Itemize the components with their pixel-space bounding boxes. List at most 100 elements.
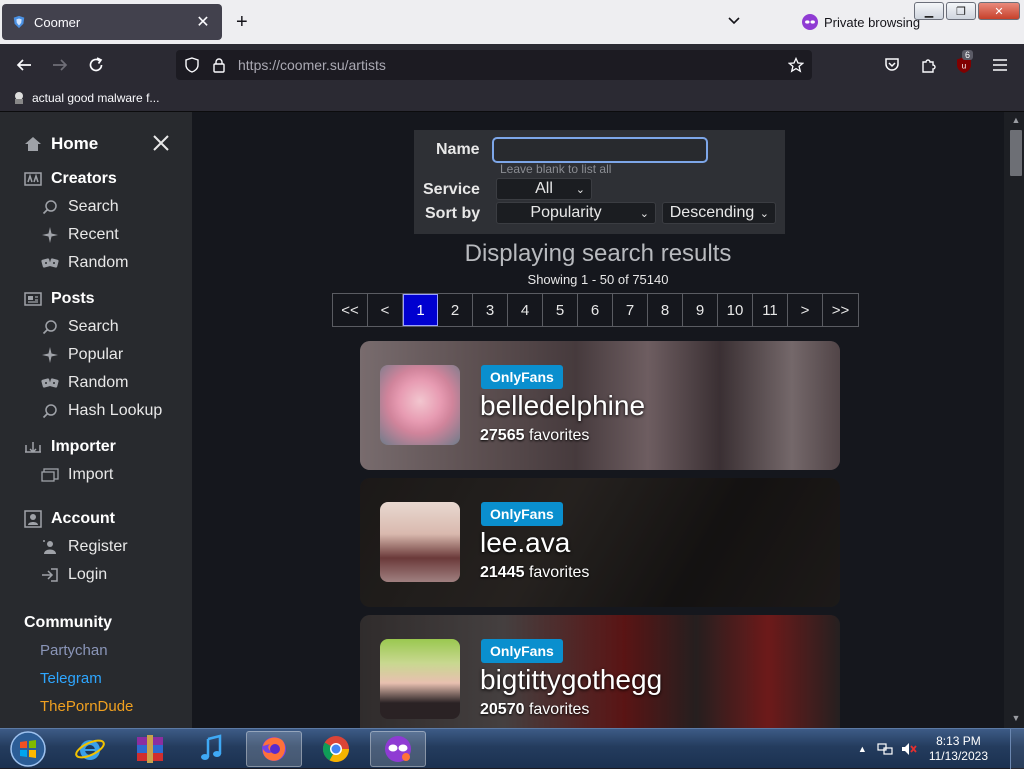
taskbar-chrome[interactable] [308,731,364,767]
sidebar-account-login[interactable]: Login [41,566,107,584]
sidebar-account-register[interactable]: Register [41,538,128,556]
service-label: Service [423,181,480,198]
sidebar-close-icon[interactable] [152,134,170,152]
pager-next[interactable]: > [788,294,823,326]
taskbar-winrar[interactable] [122,731,178,767]
bookmark-star-icon[interactable] [788,57,804,73]
creator-favorites: 27565 favorites [480,427,589,445]
name-hint: Leave blank to list all [500,162,612,176]
browser-tab[interactable]: Coomer ✕ [2,4,222,40]
new-tab-icon[interactable]: + [236,12,248,32]
favorites-count: 27565 [480,427,525,444]
start-button[interactable] [0,731,56,767]
back-arrow-icon[interactable] [13,54,35,76]
pager-prev[interactable]: < [368,294,403,326]
importer-icon [24,438,42,456]
creator-card[interactable]: OnlyFans belledelphine 27565 favorites [360,341,840,470]
pager-page[interactable]: 2 [438,294,473,326]
sidebar-posts-popular[interactable]: Popular [41,346,123,364]
pager-page[interactable]: 7 [613,294,648,326]
ublock-origin-icon[interactable]: u 6 [953,50,975,76]
extensions-puzzle-icon[interactable] [917,54,939,76]
sort-by-select[interactable]: Popularity ⌄ [496,202,656,224]
service-select-value: All [535,180,553,197]
sort-select-value: Popularity [530,204,602,221]
hamburger-menu-icon[interactable] [989,54,1011,76]
lock-icon[interactable] [212,57,226,73]
sidebar-posts-random[interactable]: Random [41,374,128,392]
coomer-page: Home Creators Search Recent Random Posts… [0,112,1024,728]
reload-icon[interactable] [85,54,107,76]
service-badge: OnlyFans [481,639,563,663]
page-scrollbar[interactable]: ▲ ▼ [1004,112,1024,728]
favorites-label: favorites [528,564,590,581]
taskbar-firefox[interactable] [246,731,302,767]
sidebar-creators-random[interactable]: Random [41,254,128,272]
main-content: Name Leave blank to list all Service All… [192,112,1004,728]
pager-page[interactable]: 10 [718,294,753,326]
sidebar-link-telegram[interactable]: Telegram [40,670,102,687]
taskbar-clock[interactable]: 8:13 PM 11/13/2023 [929,734,988,764]
system-tray: ▲ 8:13 PM 11/13/2023 [858,729,988,769]
pager-first[interactable]: << [333,294,368,326]
sparkle-icon [41,346,59,364]
scroll-up-arrow-icon[interactable]: ▲ [1010,115,1022,127]
bookmark-item[interactable]: actual good malware f... [12,91,159,105]
taskbar-firefox-private[interactable] [370,731,426,767]
service-badge: OnlyFans [481,365,563,389]
tracking-protection-shield-icon[interactable] [184,57,200,73]
close-window-button[interactable]: ✕ [978,2,1020,20]
creator-name: bigtittygothegg [480,664,663,695]
sidebar-importer-import[interactable]: Import [41,466,113,484]
order-select[interactable]: Descending ⌄ [662,202,776,224]
pager-page[interactable]: 3 [473,294,508,326]
scrollbar-thumb[interactable] [1010,130,1022,176]
show-hidden-icons-arrow-icon[interactable]: ▲ [858,744,867,754]
forward-arrow-icon[interactable] [49,54,71,76]
pager-page-current[interactable]: 1 [403,294,438,326]
pager-page[interactable]: 9 [683,294,718,326]
service-badge: OnlyFans [481,502,563,526]
order-select-value: Descending [669,204,755,221]
network-icon[interactable] [877,741,893,757]
sparkle-icon [41,226,59,244]
pocket-icon[interactable] [881,54,903,76]
sidebar-item-label: Random [68,374,129,391]
scroll-down-arrow-icon[interactable]: ▼ [1010,713,1022,725]
sidebar-creators-recent[interactable]: Recent [41,226,119,244]
creator-favorites: 21445 favorites [480,564,589,582]
service-select[interactable]: All ⌄ [496,178,592,200]
minimize-window-button[interactable]: ▁ [914,2,944,20]
restore-window-button[interactable]: ❐ [946,2,976,20]
music-note-icon [201,734,222,760]
tab-close-icon[interactable]: ✕ [194,12,212,32]
taskbar-itunes[interactable] [184,731,240,767]
sidebar-account-title: Account [51,510,115,527]
login-icon [41,566,59,584]
volume-muted-icon[interactable] [901,741,917,757]
register-icon [41,538,59,556]
show-desktop-button[interactable] [1010,729,1024,769]
account-icon [24,510,42,528]
creator-name: belledelphine [480,390,646,421]
name-search-input[interactable] [492,137,708,163]
url-bar[interactable]: https://coomer.su/artists [176,50,812,80]
chevron-down-icon: ⌄ [575,184,585,196]
pager-page[interactable]: 8 [648,294,683,326]
list-all-tabs-icon[interactable] [726,12,742,28]
sidebar-posts-hash-lookup[interactable]: Hash Lookup [41,402,162,420]
pager-page[interactable]: 4 [508,294,543,326]
creator-card[interactable]: OnlyFans lee.ava 21445 favorites [360,478,840,607]
pager-page[interactable]: 5 [543,294,578,326]
taskbar-internet-explorer[interactable] [62,731,118,767]
sidebar-link-theporndude[interactable]: ThePornDude [40,698,133,715]
sidebar-link-partychan[interactable]: Partychan [40,642,108,659]
pager-page[interactable]: 11 [753,294,788,326]
pager-last[interactable]: >> [823,294,858,326]
sidebar-creators-search[interactable]: Search [41,198,119,216]
sidebar-posts-search[interactable]: Search [41,318,119,336]
creator-avatar [380,365,460,445]
sidebar-home[interactable]: Home [24,134,98,154]
pager-page[interactable]: 6 [578,294,613,326]
creator-card[interactable]: OnlyFans bigtittygothegg 20570 favorites [360,615,840,728]
